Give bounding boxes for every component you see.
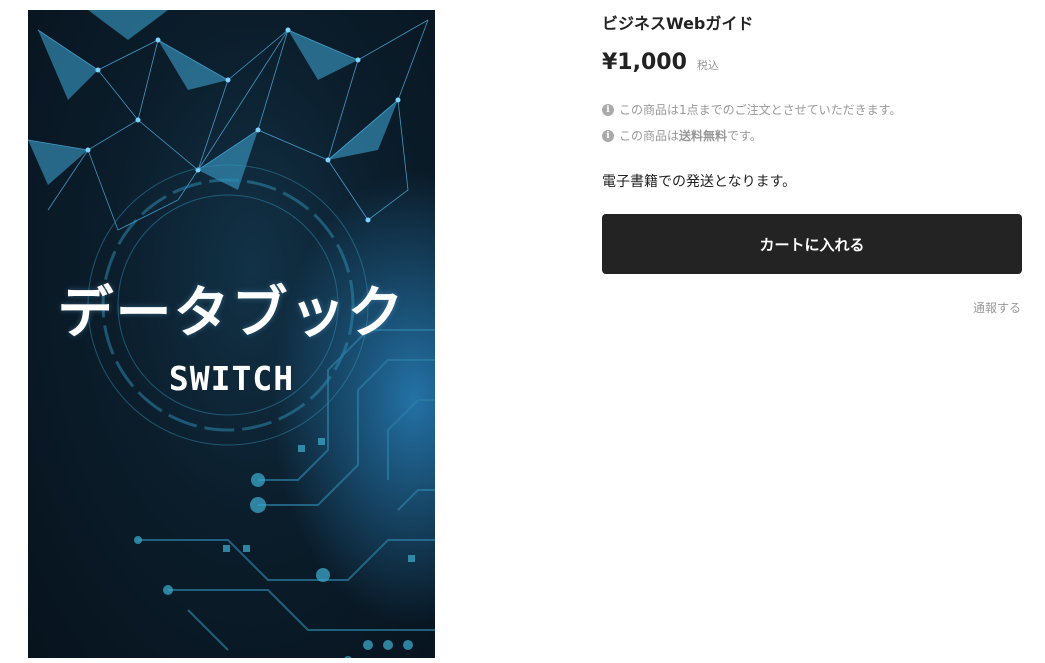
notice-free-shipping: i この商品は 送料無料 です。 bbox=[602, 127, 762, 144]
cover-subtitle: SWITCH bbox=[168, 359, 295, 398]
cover-title: データブック bbox=[57, 281, 406, 346]
notice-order-limit-text: この商品は1点までのご注文とさせていただきます。 bbox=[619, 103, 902, 117]
info-icon: i bbox=[602, 129, 614, 142]
report-link[interactable]: 通報する bbox=[973, 299, 1021, 316]
product-name: ビジネスWebガイド bbox=[602, 14, 754, 33]
add-to-cart-button[interactable]: カートに入れる bbox=[602, 214, 1022, 274]
info-icon: i bbox=[602, 103, 614, 116]
notice-shipping-free: 送料無料 bbox=[679, 129, 728, 143]
product-cover-image[interactable]: データブック SWITCH bbox=[28, 10, 435, 658]
notice-order-limit: i この商品は1点までのご注文とさせていただきます。 bbox=[602, 101, 901, 118]
tax-label: 税込 bbox=[696, 59, 719, 72]
notice-shipping-suffix: です。 bbox=[727, 129, 762, 143]
price-row: ¥1,000 税込 bbox=[602, 50, 719, 75]
notice-shipping-prefix: この商品は bbox=[619, 129, 680, 143]
product-price: ¥1,000 bbox=[602, 50, 687, 75]
shipping-method: 電子書籍での発送となります。 bbox=[602, 174, 797, 190]
